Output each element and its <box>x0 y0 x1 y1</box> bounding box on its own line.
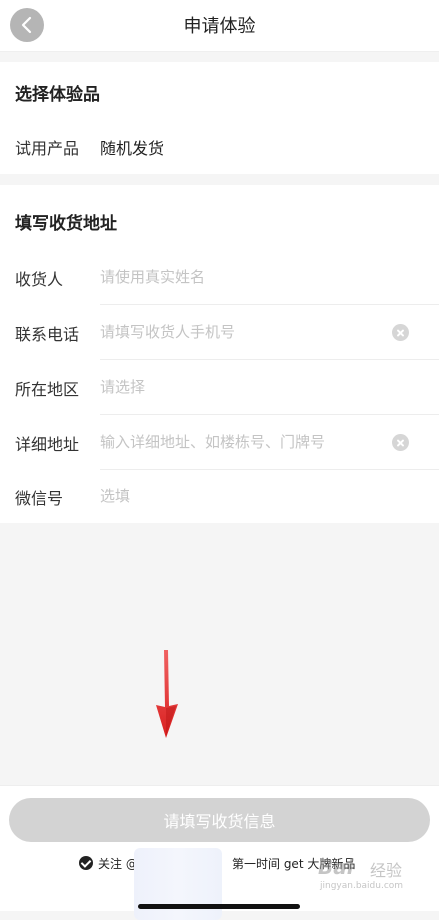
address-detail-input[interactable] <box>100 429 380 455</box>
address-section: 填写收货地址 收货人 联系电话 所在地区 详细地址 微信号 <box>0 185 439 523</box>
address-detail-label: 详细地址 <box>15 435 80 454</box>
phone-input[interactable] <box>100 319 380 345</box>
address-detail-row: 详细地址 <box>0 415 439 470</box>
page-title: 申请体验 <box>183 16 256 37</box>
product-section: 选择体验品 试用产品 随机发货 <box>0 62 439 174</box>
recipient-label: 收货人 <box>15 270 64 289</box>
redacted-account-name <box>134 848 222 920</box>
product-section-title: 选择体验品 <box>15 85 100 105</box>
region-row[interactable]: 所在地区 <box>0 360 439 415</box>
baidu-jingyan-watermark: Bai 经验 jingyan.baidu.com <box>318 855 430 895</box>
trial-product-label: 试用产品 <box>15 139 80 158</box>
region-select[interactable] <box>100 374 380 400</box>
watermark-url: jingyan.baidu.com <box>320 881 404 891</box>
recipient-row: 收货人 <box>0 250 439 305</box>
clear-phone-icon[interactable] <box>392 324 409 341</box>
clear-address-icon[interactable] <box>392 434 409 451</box>
wechat-label: 微信号 <box>15 489 64 508</box>
wechat-input[interactable] <box>100 483 380 509</box>
follow-prefix-text: 关注 @ <box>98 857 138 871</box>
trial-product-value: 随机发货 <box>100 139 165 158</box>
check-circle-icon[interactable] <box>79 856 93 870</box>
wechat-row: 微信号 <box>0 469 439 524</box>
top-nav-bar: 申请体验 <box>0 0 439 52</box>
phone-row: 联系电话 <box>0 305 439 360</box>
watermark-logo: Bai <box>318 855 354 879</box>
watermark-text: 经验 <box>370 861 403 880</box>
submit-button[interactable]: 请填写收货信息 <box>9 798 430 842</box>
phone-label: 联系电话 <box>15 325 80 344</box>
address-section-title: 填写收货地址 <box>15 214 117 234</box>
home-indicator <box>138 904 300 909</box>
region-label: 所在地区 <box>15 380 80 399</box>
red-arrow-annotation <box>156 650 178 738</box>
recipient-name-input[interactable] <box>100 264 380 290</box>
trial-product-row: 试用产品 随机发货 <box>0 119 439 174</box>
